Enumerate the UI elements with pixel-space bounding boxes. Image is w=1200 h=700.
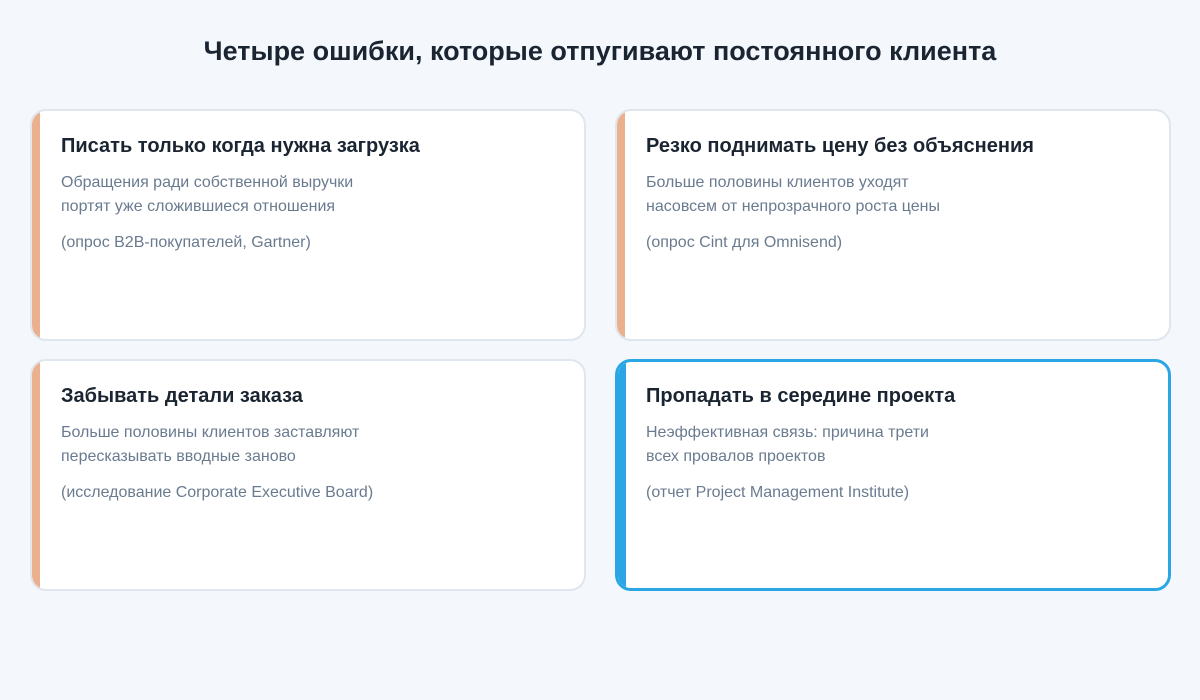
card-body: Забывать детали заказа Больше половины к…	[61, 383, 564, 505]
card-description-line: пересказывать вводные заново	[61, 448, 296, 465]
card-title: Писать только когда нужна загрузка	[61, 135, 420, 157]
card-accent-bar	[618, 362, 626, 588]
card-description-line: Больше половины клиентов уходят	[646, 174, 909, 191]
card-body: Писать только когда нужна загрузка Обращ…	[61, 133, 564, 255]
card-source: (исследование Corporate Executive Board)	[61, 484, 374, 501]
card-description: Больше половины клиентов заставляют пере…	[61, 421, 564, 469]
card-title: Забывать детали заказа	[61, 385, 303, 407]
card-description-line: Неэффективная связь: причина трети	[646, 424, 929, 441]
card-source: (опрос B2B-покупателей, Gartner)	[61, 234, 311, 251]
card-description-line: портят уже сложившиеся отношения	[61, 198, 336, 215]
card-accent-bar	[617, 111, 625, 339]
card-description: Больше половины клиентов уходят насовсем…	[646, 171, 1149, 219]
card-title: Резко поднимать цену без объяснения	[646, 135, 1034, 157]
card-body: Резко поднимать цену без объяснения Боль…	[646, 133, 1149, 255]
card-description: Обращения ради собственной выручки портя…	[61, 171, 564, 219]
mistakes-grid: Писать только когда нужна загрузка Обращ…	[30, 109, 1171, 591]
card-description: Неэффективная связь: причина трети всех …	[646, 421, 1148, 469]
card-accent-bar	[32, 111, 40, 339]
card-description-line: всех провалов проектов	[646, 448, 826, 465]
card-source: (отчет Project Management Institute)	[646, 484, 910, 501]
card-title: Пропадать в середине проекта	[646, 385, 956, 407]
mistake-card: Забывать детали заказа Больше половины к…	[30, 359, 586, 591]
card-description-line: Обращения ради собственной выручки	[61, 174, 354, 191]
card-source: (опрос Cint для Omnisend)	[646, 234, 843, 251]
mistake-card: Резко поднимать цену без объяснения Боль…	[615, 109, 1171, 341]
card-description-line: Больше половины клиентов заставляют	[61, 424, 360, 441]
mistake-card: Писать только когда нужна загрузка Обращ…	[30, 109, 586, 341]
page-title: Четыре ошибки, которые отпугивают постоя…	[203, 36, 997, 66]
card-accent-bar	[32, 361, 40, 589]
mistake-card-highlighted: Пропадать в середине проекта Неэффективн…	[615, 359, 1171, 591]
card-description-line: насовсем от непрозрачного роста цены	[646, 198, 940, 215]
card-body: Пропадать в середине проекта Неэффективн…	[646, 383, 1148, 505]
